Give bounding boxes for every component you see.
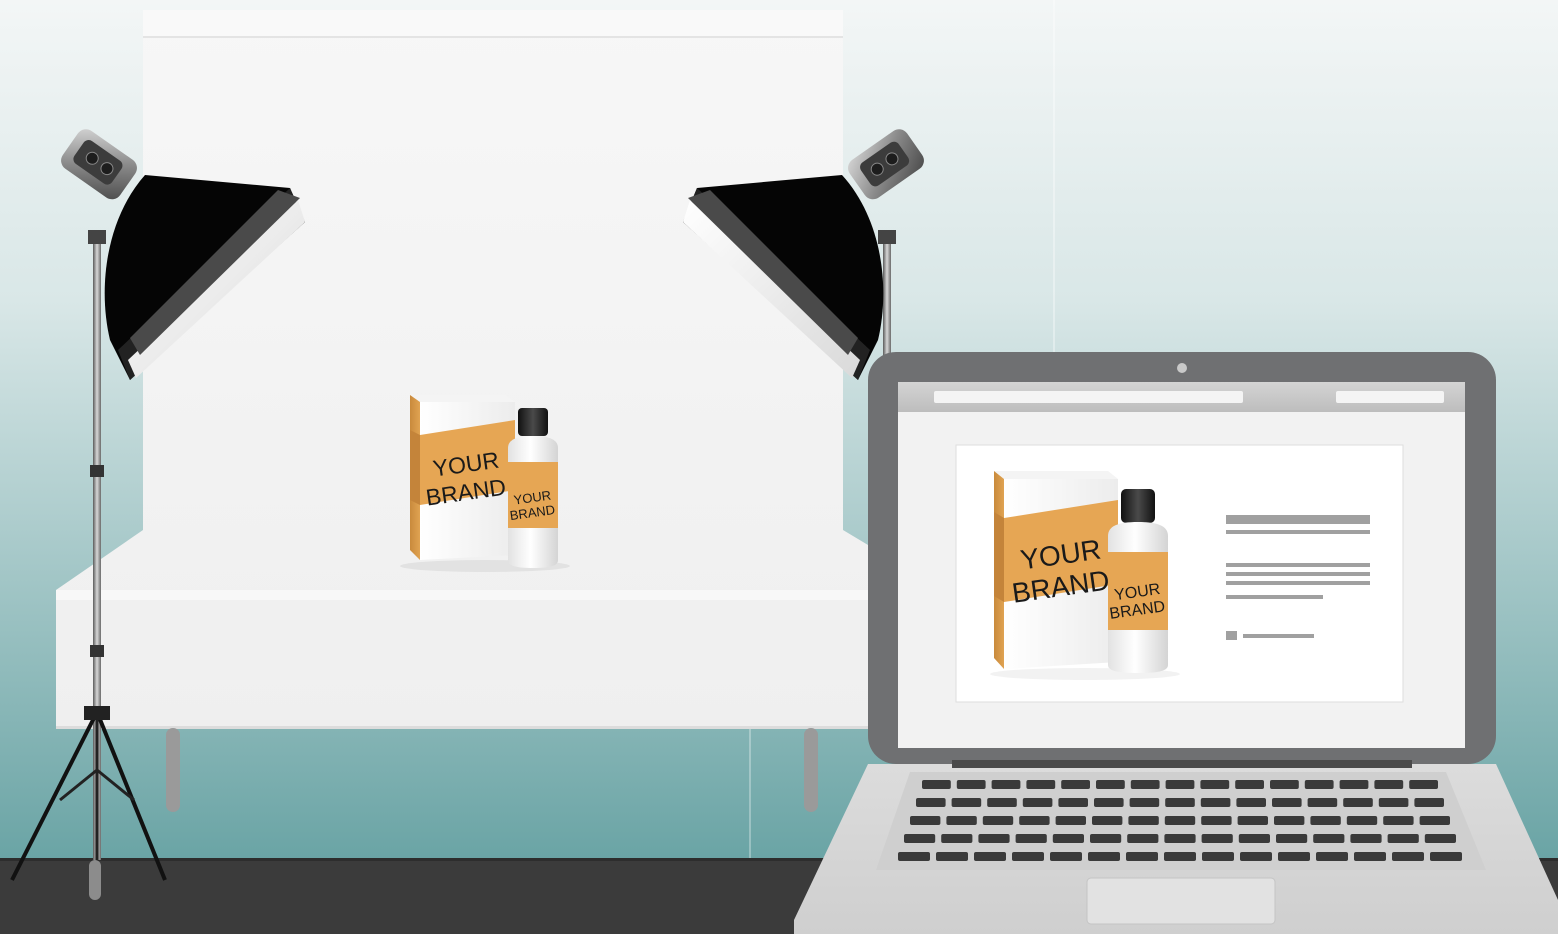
scene-illustration: YOUR BRAND YOUR BRAND YOUR BRAND YOUR BR… (0, 0, 1558, 934)
keyboard-key (1240, 852, 1272, 861)
keyboard-key (1164, 816, 1196, 825)
keyboard-key (1414, 798, 1444, 807)
table-leg-right (804, 728, 818, 812)
keyboard-key (1022, 798, 1053, 807)
keyboard-key (1430, 852, 1462, 861)
keyboard-key (991, 780, 1021, 789)
keyboard-key (916, 798, 946, 807)
keyboard-key (1270, 780, 1299, 789)
keyboard-key (1339, 780, 1369, 789)
keyboard-key (1274, 816, 1305, 825)
keyboard-key (1200, 798, 1231, 807)
keyboard-key (941, 834, 973, 843)
keyboard-key (1346, 816, 1378, 825)
keyboard-key (1374, 780, 1404, 789)
keyboard-key (1343, 798, 1373, 807)
keyboard-key (1200, 780, 1230, 789)
product-desc-line-4 (1226, 595, 1323, 599)
keyboard-key (1052, 834, 1084, 843)
cart-checkbox-icon (1226, 631, 1237, 640)
keyboard-key (1128, 816, 1159, 825)
keyboard-key (936, 852, 968, 861)
keyboard-key (1201, 816, 1232, 825)
keyboard-key (1310, 816, 1341, 825)
laptop (794, 352, 1558, 934)
keyboard-key (1278, 852, 1310, 861)
keyboard-key (1316, 852, 1348, 861)
product-title-line-2 (1226, 530, 1370, 534)
webcam-icon (1177, 363, 1187, 373)
table-leg-left (166, 728, 180, 812)
trackpad (1086, 877, 1276, 925)
keyboard-key (1127, 834, 1159, 843)
keyboard-key (1419, 816, 1450, 825)
keyboard-key (1058, 798, 1088, 807)
keyboard-key (1164, 834, 1196, 843)
keyboard-key (1015, 834, 1047, 843)
keyboard-key (910, 816, 941, 825)
keyboard-key (1313, 834, 1345, 843)
backdrop-paper (56, 10, 868, 729)
keyboard-key (956, 780, 986, 789)
keyboard-key (1235, 780, 1264, 789)
keyboard-key (1164, 852, 1196, 861)
keyboard-key (987, 798, 1017, 807)
keyboard-key (951, 798, 982, 807)
product-photo-studio-scene: YOUR BRAND YOUR BRAND YOUR BRAND YOUR BR… (0, 0, 1558, 934)
keyboard-key (1094, 798, 1124, 807)
browser-search-bar (1336, 391, 1444, 403)
keyboard-key (1055, 816, 1086, 825)
keyboard-key (1130, 780, 1160, 789)
keyboard-key (1409, 780, 1438, 789)
product-desc-line-3 (1226, 581, 1370, 585)
keyboard-key (1012, 852, 1044, 861)
keyboard-key (922, 780, 951, 789)
keyboard-key (1061, 780, 1090, 789)
keyboard-key (898, 852, 930, 861)
keyboard-key (1096, 780, 1125, 789)
keyboard-key (978, 834, 1010, 843)
laptop-hinge (952, 760, 1412, 768)
keyboard-key (1307, 798, 1338, 807)
keyboard-key (974, 852, 1006, 861)
keyboard-key (1238, 834, 1270, 843)
product-desc-line-1 (1226, 563, 1370, 567)
keyboard-key (946, 816, 977, 825)
product-desc-line-2 (1226, 572, 1370, 576)
keyboard-key (1126, 852, 1158, 861)
keyboard-key (1304, 780, 1334, 789)
keyboard-key (1387, 834, 1419, 843)
keyboard-key (1129, 798, 1160, 807)
keyboard-key (1272, 798, 1302, 807)
keyboard-key (1383, 816, 1414, 825)
keyboard-key (1088, 852, 1120, 861)
browser-address-bar (934, 391, 1243, 403)
keyboard-key (1201, 834, 1233, 843)
keyboard-key (1392, 852, 1424, 861)
keyboard-key (1050, 852, 1082, 861)
keyboard-key (1202, 852, 1234, 861)
keyboard-key (1354, 852, 1386, 861)
keyboard-key (1165, 798, 1195, 807)
keyboard-key (1090, 834, 1122, 843)
keyboard-key (982, 816, 1014, 825)
keyboard-key (1092, 816, 1123, 825)
keyboard-key (1424, 834, 1456, 843)
product-title-line-1 (1226, 515, 1370, 524)
keyboard-key (904, 834, 936, 843)
keyboard-key (1236, 798, 1266, 807)
keyboard-key (1237, 816, 1268, 825)
keyboard-key (1350, 834, 1382, 843)
keyboard-key (1378, 798, 1409, 807)
keyboard-key (1165, 780, 1195, 789)
keyboard-key (1026, 780, 1056, 789)
keyboard-key (1276, 834, 1308, 843)
cart-link-line (1243, 634, 1314, 638)
keyboard-key (1019, 816, 1050, 825)
